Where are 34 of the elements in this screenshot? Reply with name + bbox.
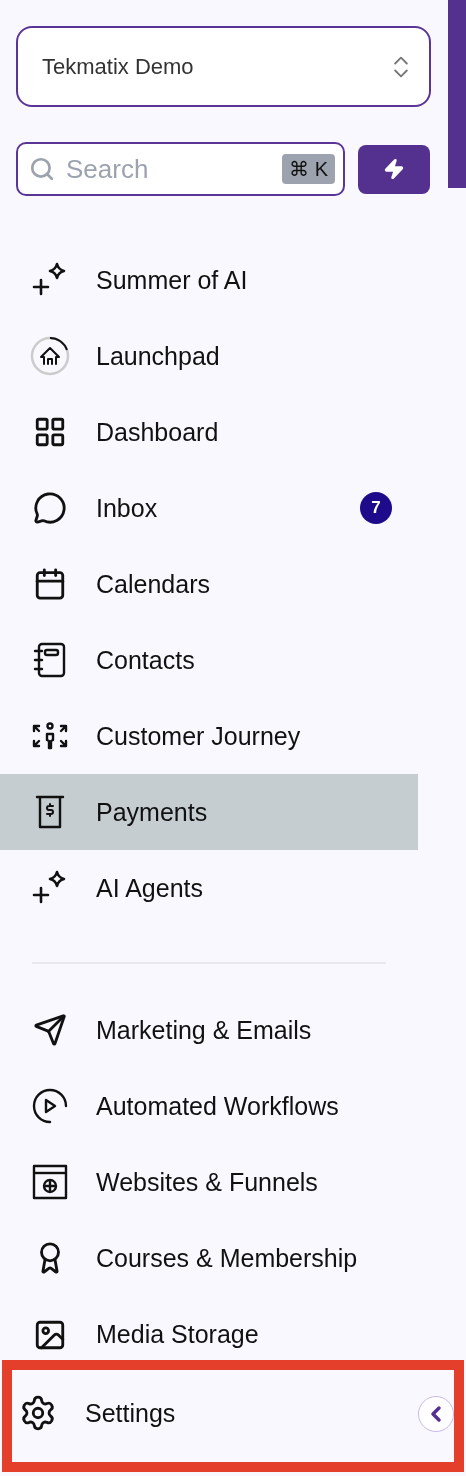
nav-item[interactable]: Calendars: [0, 546, 418, 622]
paper-plane-icon: [33, 1013, 67, 1047]
nav-item[interactable]: Contacts: [0, 622, 418, 698]
nav-item[interactable]: Marketing & Emails: [0, 992, 418, 1068]
grid-icon: [33, 415, 67, 449]
browser-globe-icon: [32, 1164, 68, 1200]
nav-item[interactable]: Media Storage: [0, 1296, 418, 1356]
nav-item[interactable]: Payments: [0, 774, 418, 850]
nav-item[interactable]: Inbox 7: [0, 470, 418, 546]
image-icon: [33, 1318, 67, 1352]
scrollbar[interactable]: [448, 0, 466, 188]
nav-item[interactable]: AI Agents: [0, 850, 418, 926]
nav-item[interactable]: Launchpad: [0, 318, 418, 394]
settings-item[interactable]: Settings: [12, 1394, 176, 1432]
chat-bubble-icon: [33, 491, 67, 525]
workspace-picker[interactable]: Tekmatix Demo: [16, 26, 431, 107]
nav-item[interactable]: Courses & Membership: [0, 1220, 418, 1296]
search-icon: [29, 156, 55, 182]
shortcut-hint: ⌘ K: [282, 154, 335, 184]
play-circle-icon: [31, 1087, 69, 1125]
nav-item[interactable]: Summer of AI: [0, 242, 418, 318]
settings-icon: [19, 1394, 57, 1432]
nav-item[interactable]: Dashboard: [0, 394, 418, 470]
quick-action-button[interactable]: [358, 144, 430, 194]
nav-item[interactable]: Customer Journey: [0, 698, 418, 774]
nav-item[interactable]: Automated Workflows: [0, 1068, 418, 1144]
receipt-dollar-icon: [34, 794, 66, 830]
count-badge: 7: [360, 492, 392, 524]
calendar-icon: [33, 567, 67, 601]
collapse-button[interactable]: [418, 1396, 454, 1432]
contact-book-icon: [33, 642, 67, 678]
lightning-icon: [383, 158, 405, 180]
nav-item[interactable]: Websites & Funnels: [0, 1144, 418, 1220]
person-arrows-icon: [31, 722, 69, 750]
